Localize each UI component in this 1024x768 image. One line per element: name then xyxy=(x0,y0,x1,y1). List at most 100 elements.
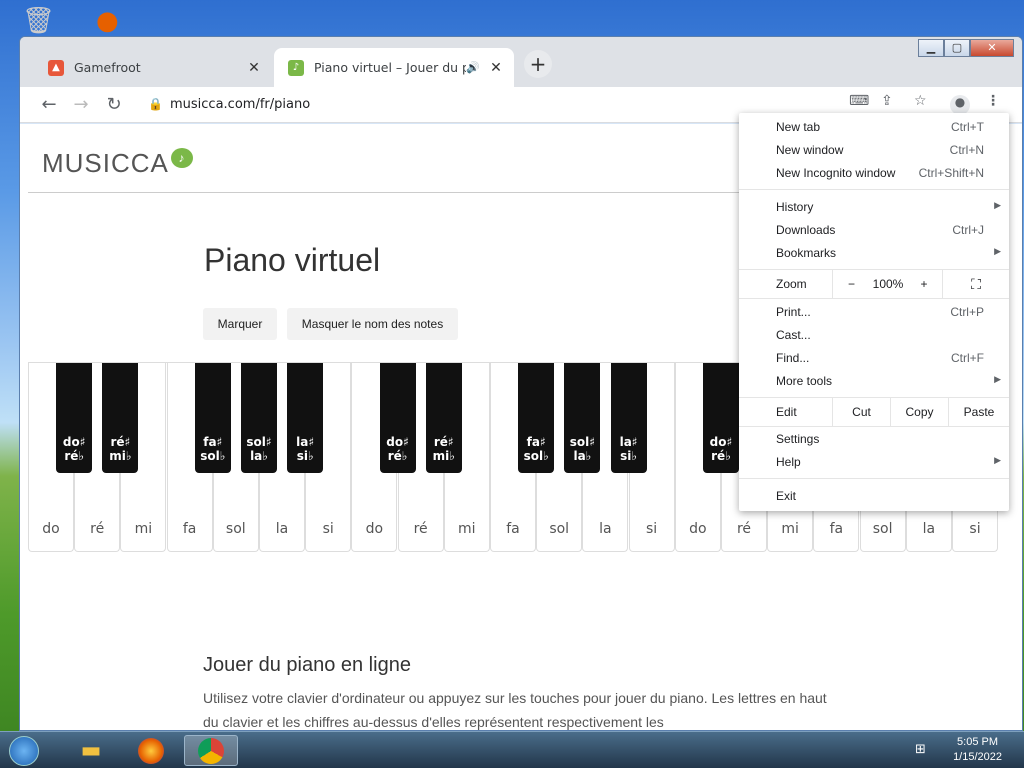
white-key-label: sol xyxy=(225,521,246,537)
musicca-icon: ♪ xyxy=(288,59,304,76)
black-key[interactable]: do♯ ré♭ xyxy=(379,363,416,473)
musicca-logo[interactable]: MUSICCA ♪ xyxy=(42,148,193,179)
menu-help[interactable]: Help ▶ xyxy=(739,451,1009,474)
tab-piano[interactable]: ♪ Piano virtuel – Jouer du piano 🔊 ✕ xyxy=(274,48,514,87)
speaker-icon[interactable]: 🔊 xyxy=(466,61,480,74)
cut-button[interactable]: Cut xyxy=(832,398,890,426)
black-key[interactable]: do♯ ré♭ xyxy=(703,363,739,473)
menu-edit: Edit Cut Copy Paste xyxy=(739,398,1009,426)
menu-label: Edit xyxy=(776,405,797,419)
translate-icon[interactable]: ⌨ xyxy=(849,93,869,109)
submenu-arrow-icon: ▶ xyxy=(994,200,1001,210)
network-icon[interactable]: ⊞ xyxy=(915,742,926,757)
black-key-label: ré♭ xyxy=(711,449,731,463)
black-key-label: la♭ xyxy=(250,449,268,463)
white-key-label: si xyxy=(969,521,981,537)
taskbar-explorer[interactable]: ▬ xyxy=(64,735,118,766)
menu-print[interactable]: Print... Ctrl+P xyxy=(739,301,1009,324)
maximize-button[interactable]: ▢ xyxy=(944,39,970,57)
submenu-arrow-icon: ▶ xyxy=(994,455,1001,465)
back-button[interactable]: ← xyxy=(37,93,61,117)
black-key-label: la♯ xyxy=(619,435,638,449)
tab-close-icon[interactable]: ✕ xyxy=(244,60,264,76)
share-icon[interactable]: ⇪ xyxy=(881,93,893,109)
clock-time: 5:05 PM xyxy=(957,736,999,748)
reload-button[interactable]: ↻ xyxy=(102,93,126,117)
menu-find[interactable]: Find... Ctrl+F xyxy=(739,347,1009,370)
close-window-button[interactable]: ✕ xyxy=(970,39,1014,57)
profile-icon[interactable]: ● xyxy=(950,95,970,115)
menu-downloads[interactable]: Downloads Ctrl+J xyxy=(739,219,1009,242)
black-key[interactable]: la♯ si♭ xyxy=(610,363,647,473)
black-key-label: ré♭ xyxy=(387,449,408,463)
menu-shortcut: Ctrl+P xyxy=(950,305,984,319)
copy-button[interactable]: Copy xyxy=(890,398,948,426)
minimize-button[interactable]: ▁ xyxy=(918,39,944,57)
new-tab-button[interactable]: + xyxy=(524,50,552,78)
tab-title: Gamefroot xyxy=(74,60,141,75)
black-key-label: la♯ xyxy=(296,435,315,449)
white-key-label: do xyxy=(689,521,707,537)
menu-new-window[interactable]: New window Ctrl+N xyxy=(739,139,1009,162)
white-key-label: ré xyxy=(90,521,105,537)
paste-button[interactable]: Paste xyxy=(948,398,1009,426)
tab-close-icon[interactable]: ✕ xyxy=(486,60,506,76)
black-key[interactable]: fa♯ sol♭ xyxy=(194,363,231,473)
menu-label: New window xyxy=(776,143,844,157)
fullscreen-icon[interactable]: ⛶ xyxy=(942,270,1009,298)
menu-bookmarks[interactable]: Bookmarks ▶ xyxy=(739,242,1009,265)
black-key-label: sol♯ xyxy=(246,435,272,449)
menu-label: Settings xyxy=(776,432,820,446)
black-key[interactable]: do♯ ré♭ xyxy=(56,363,93,473)
menu-exit[interactable]: Exit xyxy=(739,485,1009,508)
menu-label: New Incognito window xyxy=(776,166,896,180)
taskbar-chrome[interactable] xyxy=(184,735,238,766)
black-key[interactable]: ré♯ mi♭ xyxy=(102,363,139,473)
zoom-out-button[interactable]: − xyxy=(832,270,870,298)
menu-incognito[interactable]: New Incognito window Ctrl+Shift+N xyxy=(739,162,1009,185)
menu-shortcut: Ctrl+F xyxy=(951,351,984,365)
menu-cast[interactable]: Cast... xyxy=(739,324,1009,347)
black-key-label: si♭ xyxy=(620,449,638,463)
marquer-button[interactable]: Marquer xyxy=(203,308,277,340)
menu-kebab-icon[interactable]: ⋮ xyxy=(986,93,1000,109)
menu-more-tools[interactable]: More tools ▶ xyxy=(739,370,1009,393)
white-key-label: si xyxy=(646,521,658,537)
black-key-label: ré♯ xyxy=(433,435,454,449)
logo-bubble-icon: ♪ xyxy=(170,148,193,168)
black-key[interactable]: ré♯ mi♭ xyxy=(425,363,462,473)
taskbar-firefox[interactable] xyxy=(124,735,178,766)
lock-icon[interactable]: 🔒 xyxy=(148,97,163,111)
start-button[interactable] xyxy=(2,735,46,766)
menu-new-tab[interactable]: New tab Ctrl+T xyxy=(739,116,1009,139)
forward-button[interactable]: → xyxy=(69,93,93,117)
firefox-desktop-icon[interactable]: ● xyxy=(96,6,119,36)
menu-history[interactable]: History ▶ xyxy=(739,196,1009,219)
section-title: Jouer du piano en ligne xyxy=(203,654,411,676)
page-title: Piano virtuel xyxy=(204,242,381,278)
chrome-window: ▲ Gamefroot ✕ ♪ Piano virtuel – Jouer du… xyxy=(19,36,1023,731)
white-key-label: mi xyxy=(781,521,799,537)
system-clock[interactable]: 5:05 PM 1/15/2022 xyxy=(953,735,1002,765)
bookmark-star-icon[interactable]: ☆ xyxy=(914,93,927,109)
white-key-label: mi xyxy=(134,521,153,537)
white-key-label: la xyxy=(275,521,289,537)
zoom-in-button[interactable]: + xyxy=(906,270,942,298)
white-key-label: do xyxy=(365,521,384,537)
menu-shortcut: Ctrl+Shift+N xyxy=(918,166,984,180)
menu-settings[interactable]: Settings xyxy=(739,428,1009,451)
black-key[interactable]: la♯ si♭ xyxy=(287,363,324,473)
black-key-label: mi♭ xyxy=(109,449,132,463)
black-key-label: sol♭ xyxy=(523,449,549,463)
black-key[interactable]: sol♯ la♭ xyxy=(564,363,601,473)
black-key[interactable]: fa♯ sol♭ xyxy=(518,363,555,473)
black-key[interactable]: sol♯ la♭ xyxy=(241,363,277,473)
menu-label: Print... xyxy=(776,305,811,319)
recycle-bin-icon[interactable]: 🗑 xyxy=(22,6,55,36)
black-key-label: do♯ xyxy=(386,435,409,449)
taskbar: ▬ ⊞ 5:05 PM 1/15/2022 xyxy=(0,731,1024,768)
chrome-icon xyxy=(198,737,224,764)
white-key-label: si xyxy=(322,521,334,537)
tab-gamefroot[interactable]: ▲ Gamefroot ✕ xyxy=(34,48,272,87)
hide-note-names-button[interactable]: Masquer le nom des notes xyxy=(287,308,458,340)
